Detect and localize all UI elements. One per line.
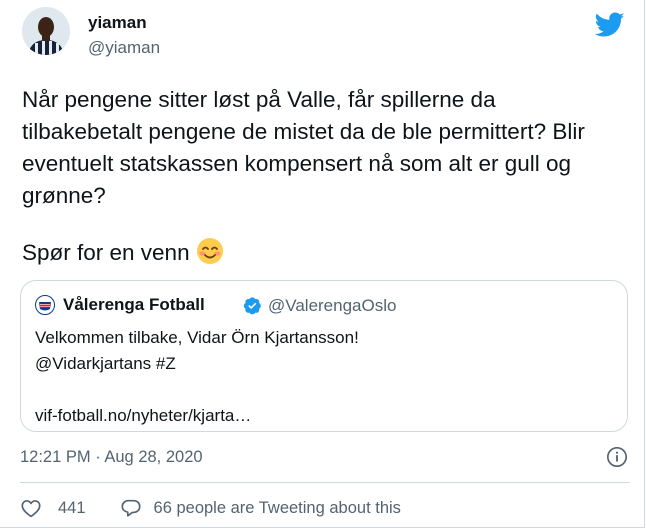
quoted-tweet-text: Velkommen tilbake, Vidar Örn Kjartansson…: [35, 328, 359, 425]
author-handle[interactable]: @yiaman: [88, 38, 160, 58]
tweet-text-signoff: Spør for en venn: [22, 240, 190, 265]
tweet-timestamp[interactable]: 12:21 PM · Aug 28, 2020: [20, 448, 203, 467]
quoted-author-name: Vålerenga Fotball: [63, 295, 205, 314]
heart-icon: [21, 500, 41, 518]
tweet-card: yiaman @yiaman Når pengene sitter løst p…: [0, 0, 645, 528]
divider: [20, 482, 630, 483]
info-icon[interactable]: [606, 446, 628, 468]
reply-bubble-icon: [120, 499, 141, 517]
quoted-tweet[interactable]: Vålerenga Fotball @ValerengaOslo Velkomm…: [20, 280, 628, 432]
verified-badge-icon: [243, 297, 261, 315]
tweet-actions: 441 66 people are Tweeting about this: [20, 496, 401, 520]
twitter-bird-icon[interactable]: [595, 12, 625, 38]
tweeting-about-this-button[interactable]: 66 people are Tweeting about this: [120, 497, 401, 519]
author-avatar[interactable]: [22, 7, 70, 55]
valerenga-logo-icon: [35, 295, 55, 315]
like-count: 441: [58, 498, 86, 517]
tweet-text-line2: Spør for en venn: [22, 237, 224, 274]
quoted-author-handle: @ValerengaOslo: [268, 296, 397, 315]
smiling-face-icon: [196, 237, 224, 274]
like-button[interactable]: 441: [20, 497, 86, 519]
tweeting-about-this-label: 66 people are Tweeting about this: [153, 498, 401, 517]
tweet-text: Når pengene sitter løst på Valle, får sp…: [22, 87, 585, 208]
author-name[interactable]: yiaman: [88, 13, 147, 33]
